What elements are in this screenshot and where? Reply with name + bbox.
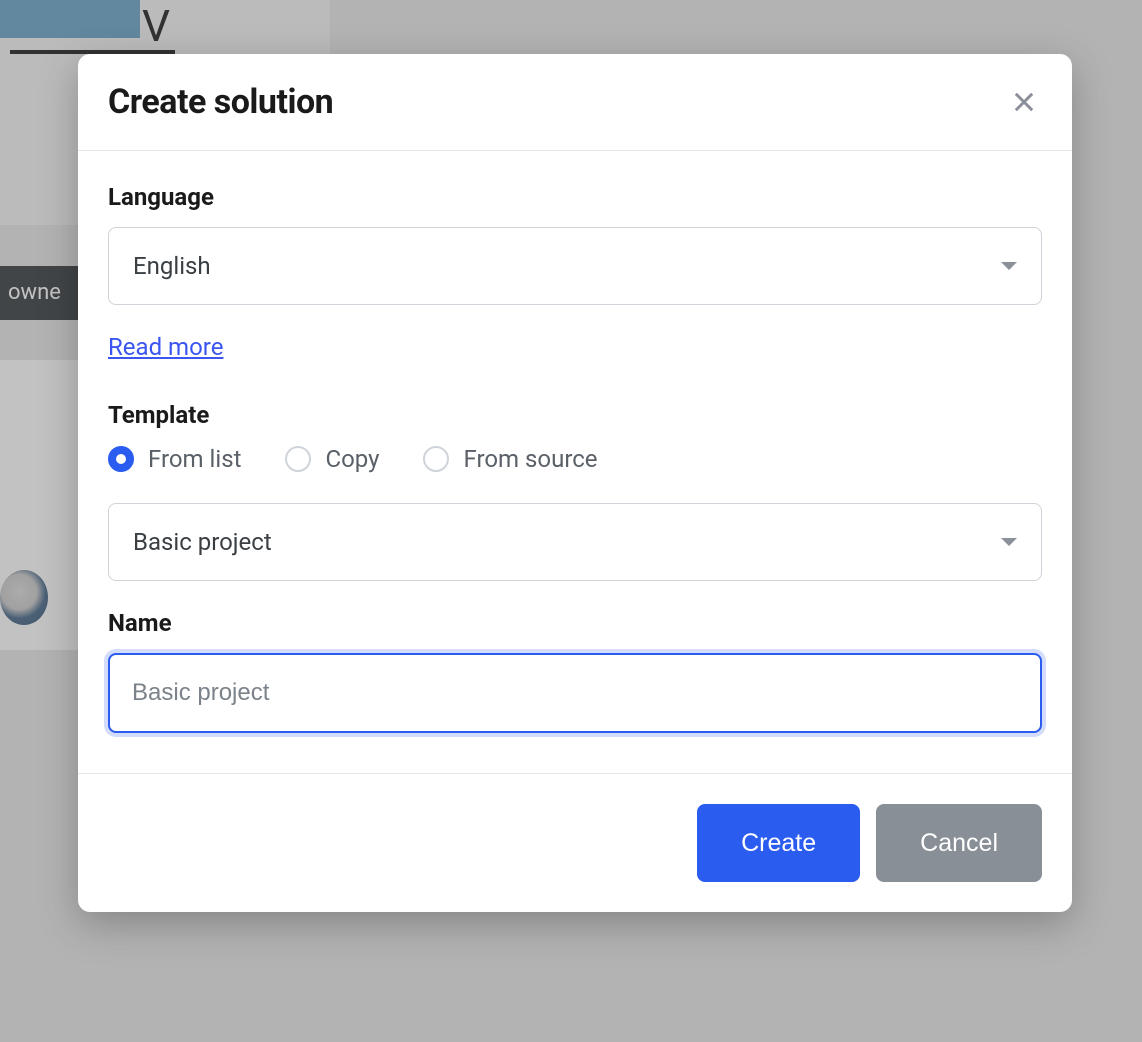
radio-copy[interactable]: Copy: [285, 445, 379, 473]
radio-label: Copy: [325, 445, 379, 473]
modal-body: Language English Read more Template From…: [78, 151, 1072, 773]
name-label: Name: [108, 609, 1042, 637]
radio-label: From source: [463, 445, 597, 473]
language-section: Language English Read more: [108, 183, 1042, 361]
template-section: Template From list Copy From source Basi…: [108, 401, 1042, 581]
chevron-down-icon: [1001, 262, 1017, 270]
name-section: Name: [108, 609, 1042, 733]
radio-icon: [285, 446, 311, 472]
radio-from-source[interactable]: From source: [423, 445, 597, 473]
template-label: Template: [108, 401, 1042, 429]
close-icon: [1010, 88, 1038, 116]
close-button[interactable]: [1006, 84, 1042, 120]
modal-footer: Create Cancel: [78, 773, 1072, 912]
modal-title: Create solution: [108, 82, 333, 122]
radio-label: From list: [148, 445, 241, 473]
radio-icon: [423, 446, 449, 472]
template-select[interactable]: Basic project: [108, 503, 1042, 581]
create-solution-modal: Create solution Language English Read mo…: [78, 54, 1072, 912]
radio-icon: [108, 446, 134, 472]
template-radio-group: From list Copy From source: [108, 445, 1042, 473]
modal-header: Create solution: [78, 54, 1072, 151]
name-input[interactable]: [108, 653, 1042, 733]
template-select-value: Basic project: [133, 528, 272, 556]
language-select-value: English: [133, 252, 211, 280]
create-button[interactable]: Create: [697, 804, 860, 882]
cancel-button[interactable]: Cancel: [876, 804, 1042, 882]
chevron-down-icon: [1001, 538, 1017, 546]
read-more-link[interactable]: Read more: [108, 333, 223, 361]
radio-from-list[interactable]: From list: [108, 445, 241, 473]
language-select[interactable]: English: [108, 227, 1042, 305]
language-label: Language: [108, 183, 1042, 211]
